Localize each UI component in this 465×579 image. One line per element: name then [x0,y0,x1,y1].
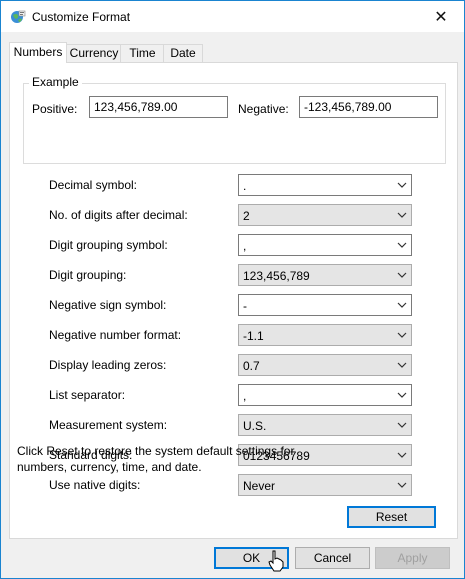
digit-grouping-combo[interactable]: 123,456,789 [238,264,412,286]
chevron-down-icon [397,392,407,398]
negative-number-format-label: Negative number format: [49,328,182,342]
tab-date[interactable]: Date [163,44,203,62]
use-native-digits-label: Use native digits: [49,478,141,492]
chevron-down-icon [397,212,407,218]
measurement-system-combo[interactable]: U.S. [238,414,412,436]
positive-example-field[interactable]: 123,456,789.00 [89,96,228,118]
chevron-down-icon [397,482,407,488]
chevron-down-icon [397,452,407,458]
display-leading-zeros-label: Display leading zeros: [49,358,167,372]
chevron-down-icon [397,272,407,278]
hand-pointer-icon [268,550,284,572]
chevron-down-icon [397,422,407,428]
cancel-button[interactable]: Cancel [295,547,370,569]
negative-number-format-combo[interactable]: -1.1 [238,324,412,346]
chevron-down-icon [397,362,407,368]
negative-example-field[interactable]: -123,456,789.00 [299,96,438,118]
digit-grouping-symbol-combo[interactable]: , [238,234,412,256]
decimal-symbol-label: Decimal symbol: [49,178,138,192]
customize-format-dialog: Customize Format ✕ Numbers Currency Time… [0,0,465,579]
close-icon: ✕ [434,8,448,26]
region-globe-icon [11,10,26,23]
example-title: Example [29,75,82,89]
reset-button[interactable]: Reset [347,506,436,528]
apply-button[interactable]: Apply [375,547,450,569]
tab-currency[interactable]: Currency [66,44,122,62]
chevron-down-icon [397,302,407,308]
list-separator-label: List separator: [49,388,126,402]
reset-description: Click Reset to restore the system defaul… [17,444,295,474]
list-separator-combo[interactable]: , [238,384,412,406]
close-button[interactable]: ✕ [418,1,464,32]
chevron-down-icon [397,182,407,188]
chevron-down-icon [397,242,407,248]
display-leading-zeros-combo[interactable]: 0.7 [238,354,412,376]
tab-time[interactable]: Time [120,44,165,62]
digits-after-decimal-label: No. of digits after decimal: [49,208,188,222]
chevron-down-icon [397,332,407,338]
measurement-system-label: Measurement system: [49,418,168,432]
negative-sign-symbol-label: Negative sign symbol: [49,298,167,312]
digits-after-decimal-combo[interactable]: 2 [238,204,412,226]
negative-sign-symbol-combo[interactable]: - [238,294,412,316]
title-bar: Customize Format ✕ [1,1,464,32]
negative-label: Negative: [238,102,289,116]
positive-label: Positive: [32,102,78,116]
decimal-symbol-combo[interactable]: . [238,174,412,196]
use-native-digits-combo[interactable]: Never [238,474,412,496]
window-title: Customize Format [32,10,131,24]
example-groupbox: Example Positive: 123,456,789.00 Negativ… [23,75,446,164]
tab-numbers[interactable]: Numbers [9,42,67,63]
digit-grouping-symbol-label: Digit grouping symbol: [49,238,168,252]
digit-grouping-label: Digit grouping: [49,268,127,282]
